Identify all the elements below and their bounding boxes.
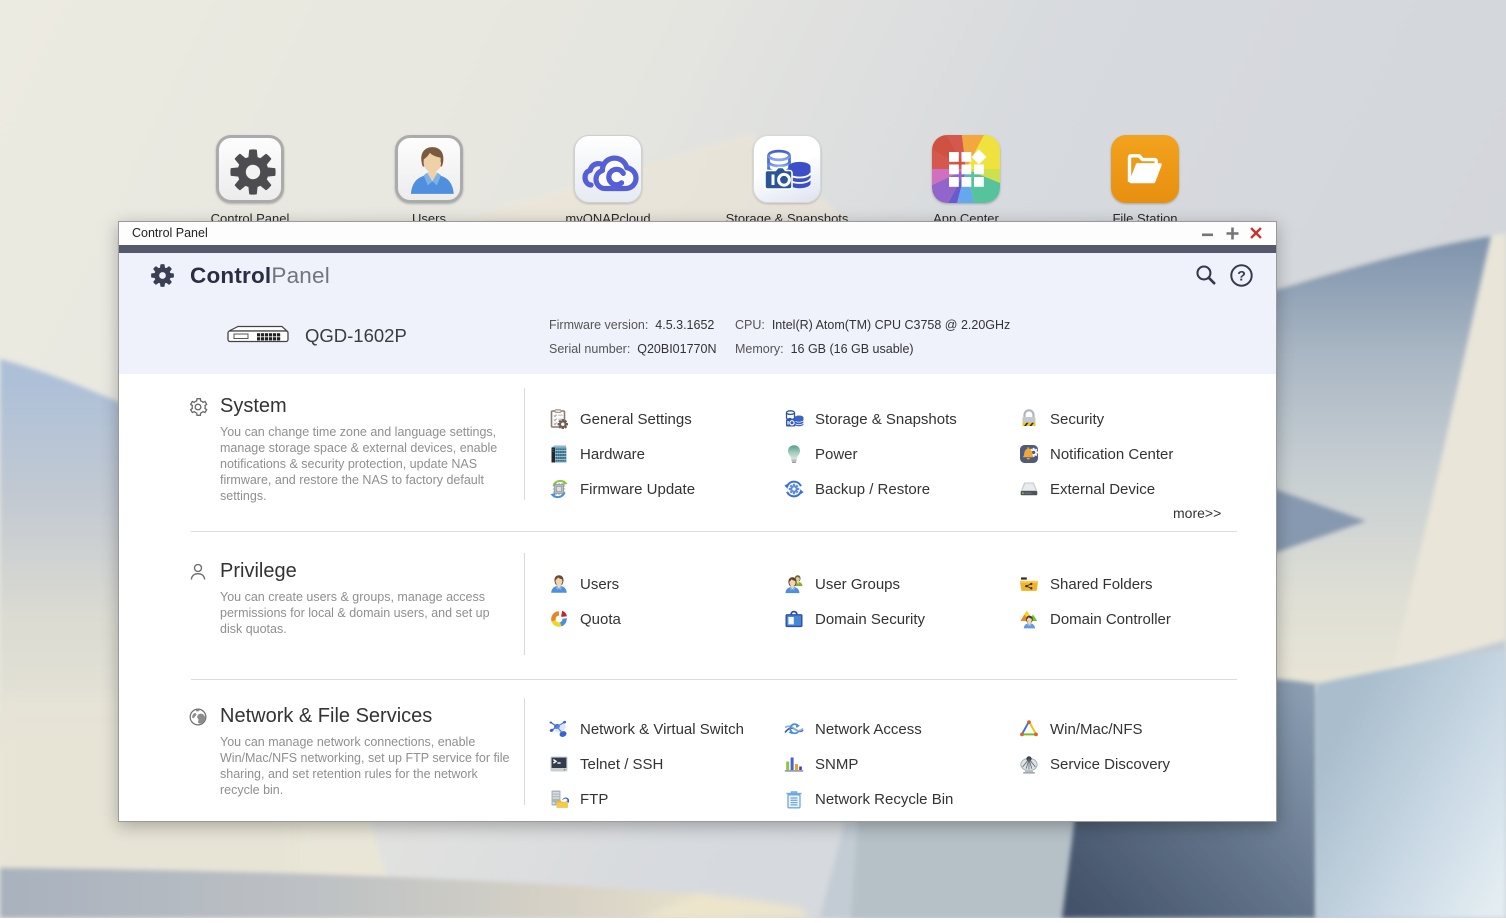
- svg-text:?: ?: [1237, 268, 1246, 284]
